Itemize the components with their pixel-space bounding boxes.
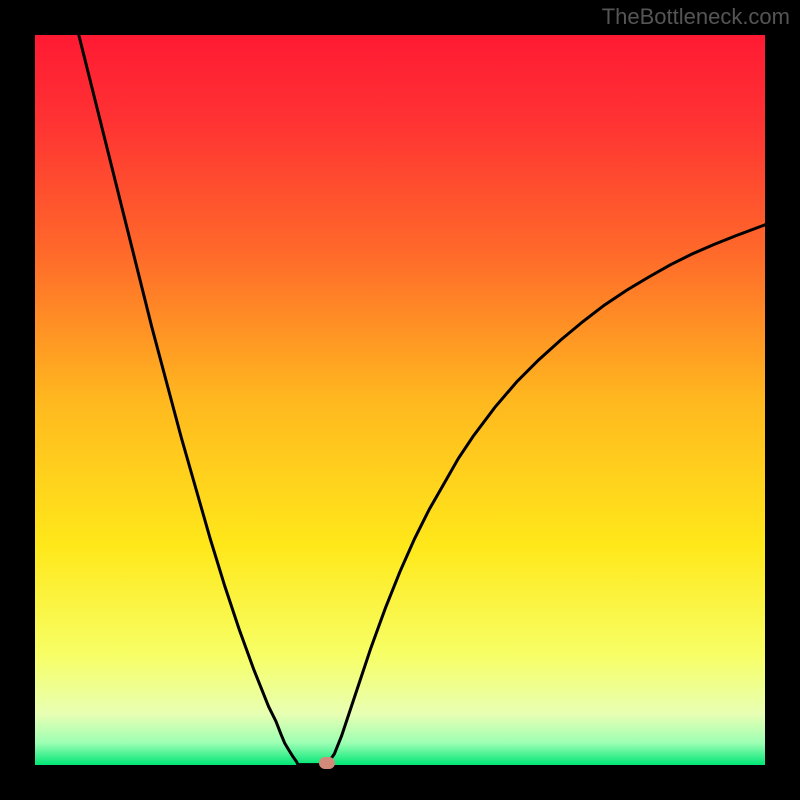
bottleneck-marker <box>319 757 335 769</box>
chart-svg <box>35 35 765 765</box>
chart-frame <box>35 35 765 765</box>
chart-background <box>35 35 765 765</box>
watermark-text: TheBottleneck.com <box>602 4 790 30</box>
